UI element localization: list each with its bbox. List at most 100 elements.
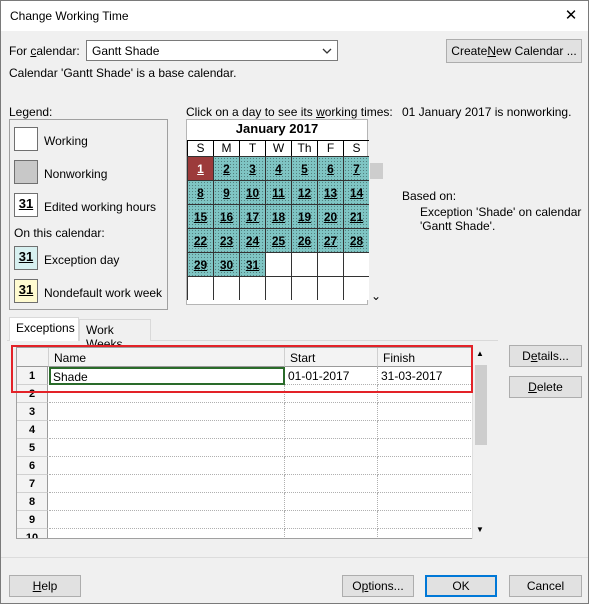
scroll-down-icon[interactable]: ▼ bbox=[476, 525, 484, 534]
table-cell-start[interactable] bbox=[285, 403, 378, 421]
table-cell-name[interactable] bbox=[49, 475, 285, 493]
calendar-day[interactable]: 19 bbox=[291, 204, 317, 228]
row-header[interactable]: 3 bbox=[17, 403, 48, 421]
row-header[interactable]: 7 bbox=[17, 475, 48, 493]
calendar-day[interactable]: 4 bbox=[265, 156, 291, 180]
scroll-up-icon[interactable]: ▲ bbox=[476, 349, 484, 358]
table-cell-start[interactable] bbox=[285, 457, 378, 475]
options-button[interactable]: Op tions... bbox=[342, 575, 414, 597]
table-cell-start[interactable] bbox=[285, 421, 378, 439]
calendar-empty-cell[interactable] bbox=[265, 252, 291, 276]
row-header[interactable]: 1 bbox=[17, 367, 48, 385]
calendar-day[interactable]: 14 bbox=[343, 180, 369, 204]
table-cell-start[interactable] bbox=[285, 511, 378, 529]
delete-button[interactable]: Delete bbox=[509, 376, 582, 398]
calendar-day[interactable]: 7 bbox=[343, 156, 369, 180]
calendar-day[interactable]: 8 bbox=[187, 180, 213, 204]
details-button[interactable]: De tails... bbox=[509, 345, 582, 367]
table-cell-start[interactable] bbox=[285, 529, 378, 538]
calendar-empty-cell[interactable] bbox=[187, 276, 213, 300]
calendar-day[interactable]: 9 bbox=[213, 180, 239, 204]
table-cell-finish[interactable] bbox=[378, 403, 473, 421]
column-header-start[interactable]: Start bbox=[285, 348, 378, 367]
calendar-day[interactable]: 6 bbox=[317, 156, 343, 180]
table-cell-finish[interactable] bbox=[378, 529, 473, 538]
calendar-day[interactable]: 24 bbox=[239, 228, 265, 252]
row-header[interactable]: 9 bbox=[17, 511, 48, 529]
calendar-day[interactable]: 30 bbox=[213, 252, 239, 276]
table-cell-name[interactable] bbox=[49, 385, 285, 403]
row-header[interactable]: 2 bbox=[17, 385, 48, 403]
calendar-dropdown[interactable]: Gantt Shade bbox=[86, 40, 338, 61]
calendar-day[interactable]: 25 bbox=[265, 228, 291, 252]
table-cell-name[interactable] bbox=[49, 493, 285, 511]
table-cell-name[interactable] bbox=[49, 529, 285, 538]
ok-button[interactable]: OK bbox=[425, 575, 497, 597]
table-cell-start[interactable] bbox=[285, 475, 378, 493]
calendar-day[interactable]: 2 bbox=[213, 156, 239, 180]
table-scroll-thumb[interactable] bbox=[475, 365, 487, 445]
calendar-empty-cell[interactable] bbox=[343, 252, 369, 276]
calendar-day[interactable]: 10 bbox=[239, 180, 265, 204]
calendar-day[interactable]: 17 bbox=[239, 204, 265, 228]
row-header[interactable]: 6 bbox=[17, 457, 48, 475]
tab-exceptions[interactable]: Exceptions bbox=[9, 317, 79, 341]
table-cell-start[interactable]: 01-01-2017 bbox=[285, 367, 378, 385]
table-cell-name[interactable] bbox=[49, 421, 285, 439]
calendar-scroll-down-icon[interactable]: ⌄ bbox=[371, 289, 381, 303]
table-scrollbar[interactable]: ▲ ▼ bbox=[472, 347, 488, 539]
table-cell-start[interactable] bbox=[285, 493, 378, 511]
row-header[interactable]: 10 bbox=[17, 529, 48, 538]
table-cell-finish[interactable] bbox=[378, 457, 473, 475]
month-calendar[interactable]: January 2017 S M T W Th F S 1 2 3 4 5 6 7 8 9 10 11 12 13 14… bbox=[186, 119, 369, 305]
calendar-day[interactable]: 21 bbox=[343, 204, 369, 228]
table-cell-name[interactable] bbox=[49, 403, 285, 421]
table-cell-finish[interactable] bbox=[378, 439, 473, 457]
table-cell-finish[interactable] bbox=[378, 385, 473, 403]
tab-work-weeks[interactable]: Work Weeks bbox=[79, 319, 151, 351]
create-new-calendar-button[interactable]: Create New Calendar ... bbox=[446, 39, 582, 63]
calendar-day[interactable]: 22 bbox=[187, 228, 213, 252]
table-cell-name[interactable]: Shade bbox=[49, 367, 285, 385]
calendar-day[interactable]: 13 bbox=[317, 180, 343, 204]
calendar-day[interactable]: 28 bbox=[343, 228, 369, 252]
calendar-day[interactable]: 18 bbox=[265, 204, 291, 228]
table-cell-start[interactable] bbox=[285, 385, 378, 403]
calendar-day[interactable]: 11 bbox=[265, 180, 291, 204]
column-header-finish[interactable]: Finish bbox=[378, 348, 473, 367]
calendar-day[interactable]: 31 bbox=[239, 252, 265, 276]
calendar-empty-cell[interactable] bbox=[213, 276, 239, 300]
cancel-button[interactable]: Cancel bbox=[509, 575, 582, 597]
table-cell-name[interactable] bbox=[49, 439, 285, 457]
calendar-day[interactable]: 3 bbox=[239, 156, 265, 180]
row-header[interactable]: 5 bbox=[17, 439, 48, 457]
calendar-empty-cell[interactable] bbox=[343, 276, 369, 300]
calendar-empty-cell[interactable] bbox=[291, 252, 317, 276]
calendar-day[interactable]: 26 bbox=[291, 228, 317, 252]
table-cell-finish[interactable] bbox=[378, 475, 473, 493]
calendar-day[interactable]: 15 bbox=[187, 204, 213, 228]
row-header[interactable]: 4 bbox=[17, 421, 48, 439]
calendar-scroll-thumb[interactable] bbox=[370, 163, 383, 179]
table-cell-name[interactable] bbox=[49, 511, 285, 529]
table-cell-name[interactable] bbox=[49, 457, 285, 475]
calendar-day[interactable]: 5 bbox=[291, 156, 317, 180]
calendar-day[interactable]: 16 bbox=[213, 204, 239, 228]
calendar-empty-cell[interactable] bbox=[239, 276, 265, 300]
help-button[interactable]: Help bbox=[9, 575, 81, 597]
calendar-empty-cell[interactable] bbox=[265, 276, 291, 300]
table-cell-finish[interactable] bbox=[378, 493, 473, 511]
table-cell-finish[interactable] bbox=[378, 421, 473, 439]
calendar-empty-cell[interactable] bbox=[317, 252, 343, 276]
table-cell-start[interactable] bbox=[285, 439, 378, 457]
table-cell-finish[interactable]: 31-03-2017 bbox=[378, 367, 473, 385]
calendar-day[interactable]: 12 bbox=[291, 180, 317, 204]
calendar-day[interactable]: 20 bbox=[317, 204, 343, 228]
calendar-day[interactable]: 23 bbox=[213, 228, 239, 252]
calendar-day[interactable]: 29 bbox=[187, 252, 213, 276]
calendar-scrollbar[interactable]: ⌄ bbox=[369, 119, 384, 305]
calendar-day[interactable]: 1 bbox=[187, 156, 213, 180]
calendar-empty-cell[interactable] bbox=[317, 276, 343, 300]
row-header[interactable]: 8 bbox=[17, 493, 48, 511]
column-header-name[interactable]: Name bbox=[49, 348, 285, 367]
